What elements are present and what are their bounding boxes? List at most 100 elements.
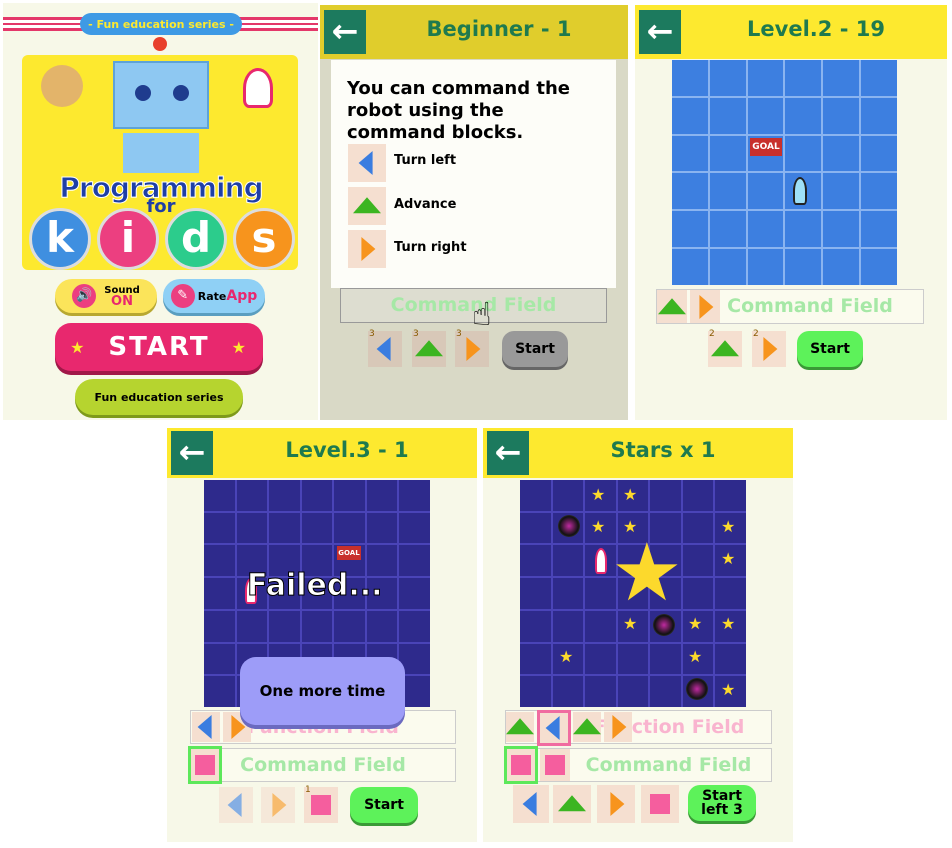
star-icon: ★ — [688, 614, 703, 633]
water-tile — [823, 249, 860, 285]
water-tile — [861, 97, 897, 134]
level-title: Level.3 - 1 — [285, 438, 409, 462]
turn-left-block — [348, 144, 386, 182]
space-tile — [236, 480, 268, 511]
advance-icon — [558, 795, 586, 812]
space-tile — [301, 610, 333, 642]
turn-left-block[interactable] — [513, 785, 549, 823]
start-button[interactable]: Start — [350, 787, 418, 823]
turn-left-icon — [545, 716, 560, 740]
function-block-selected[interactable] — [504, 746, 538, 784]
function-block[interactable]: 1 — [304, 785, 338, 823]
black-hole-icon — [558, 515, 580, 537]
turn-left-icon — [227, 793, 242, 817]
water-tile — [823, 60, 860, 96]
space-tile — [585, 676, 616, 707]
turn-left-block[interactable] — [192, 712, 220, 742]
beginner-screen: ← Beginner - 1 You can command the robot … — [320, 5, 628, 420]
advance-block[interactable]: 3 — [412, 329, 446, 367]
space-tile — [269, 610, 300, 642]
space-tile — [552, 676, 584, 707]
space-tile — [552, 480, 584, 511]
turn-right-icon — [361, 237, 376, 261]
sound-toggle[interactable]: 🔊 Sound ON — [55, 279, 157, 313]
game-board-water — [672, 60, 897, 285]
water-tile — [785, 135, 822, 172]
water-tile — [861, 249, 897, 285]
big-star-icon: ★ — [611, 526, 683, 619]
function-block[interactable] — [641, 785, 679, 823]
fun-education-series-button[interactable]: Fun education series — [75, 379, 243, 415]
space-tile — [204, 676, 235, 707]
level-title: Beginner - 1 — [426, 17, 572, 41]
back-button[interactable]: ← — [171, 431, 213, 475]
start-button[interactable]: Start — [502, 331, 568, 367]
header: ← Stars x 1 — [483, 428, 793, 478]
turn-left-block-selected[interactable] — [537, 710, 571, 746]
water-tile — [672, 173, 708, 210]
function-block[interactable] — [540, 749, 570, 781]
turn-left-icon — [358, 151, 373, 175]
turn-right-block[interactable]: 2 — [752, 329, 786, 367]
advance-block[interactable] — [553, 785, 591, 823]
advance-icon — [506, 718, 534, 735]
turn-right-icon — [272, 793, 287, 817]
start-button[interactable]: Start — [797, 331, 863, 367]
header: ← Level.3 - 1 — [167, 428, 477, 478]
turn-left-icon — [197, 715, 212, 739]
water-tile — [709, 173, 746, 210]
water-tile — [709, 249, 746, 285]
space-tile — [399, 610, 430, 642]
level-title: Level.2 - 19 — [747, 17, 885, 41]
space-tile — [269, 512, 300, 544]
goal-flag: GOAL — [750, 138, 782, 156]
turn-right-block[interactable] — [597, 785, 635, 823]
back-button[interactable]: ← — [324, 10, 366, 54]
turn-left-block[interactable] — [219, 787, 253, 823]
rate-app-button[interactable]: ✎ Rate App — [163, 279, 265, 313]
space-tile — [366, 480, 398, 511]
water-tile — [861, 135, 897, 172]
function-block-selected[interactable] — [188, 746, 222, 784]
space-tile — [366, 512, 398, 544]
black-hole-icon — [653, 614, 675, 636]
level-title: Stars x 1 — [610, 438, 716, 462]
turn-right-icon — [466, 337, 481, 361]
turn-right-block[interactable] — [261, 787, 295, 823]
turn-right-block — [348, 230, 386, 268]
advance-block[interactable] — [573, 712, 601, 742]
space-tile — [682, 545, 714, 577]
water-tile — [747, 211, 784, 248]
rocket-icon — [595, 548, 607, 574]
water-tile — [861, 173, 897, 210]
one-more-time-button[interactable]: One more time — [240, 657, 405, 725]
water-tile — [785, 97, 822, 134]
advance-block[interactable] — [506, 712, 534, 742]
space-tile — [552, 578, 584, 609]
turn-right-block[interactable] — [690, 290, 720, 323]
start-button[interactable]: ★ START ★ — [55, 323, 263, 371]
advance-block[interactable] — [657, 290, 687, 323]
space-tile — [366, 610, 398, 642]
space-tile — [715, 480, 746, 511]
command-field[interactable]: Command Field — [190, 748, 456, 782]
stars-screen: ← Stars x 1 ★ ★ ★ ★ ★ ★ ★ ★ ★ ★ ★ ★ ★ Function Field… — [483, 428, 793, 842]
turn-left-icon — [522, 792, 537, 816]
back-button[interactable]: ← — [639, 10, 681, 54]
advance-block[interactable]: 2 — [708, 329, 742, 367]
back-button[interactable]: ← — [487, 431, 529, 475]
start-button[interactable]: Start left 3 — [688, 785, 756, 821]
water-tile — [747, 249, 784, 285]
water-tile — [672, 60, 708, 96]
pencil-icon: ✎ — [170, 284, 195, 308]
turn-right-block[interactable] — [604, 712, 632, 742]
advance-icon — [415, 340, 443, 357]
space-tile — [204, 610, 235, 642]
water-tile — [709, 211, 746, 248]
water-tile — [747, 60, 784, 96]
turn-right-block[interactable]: 3 — [455, 329, 489, 367]
black-hole-icon — [686, 678, 708, 700]
space-tile — [520, 578, 551, 609]
turn-left-block[interactable]: 3 — [368, 329, 402, 367]
star-icon: ★ — [623, 485, 638, 504]
